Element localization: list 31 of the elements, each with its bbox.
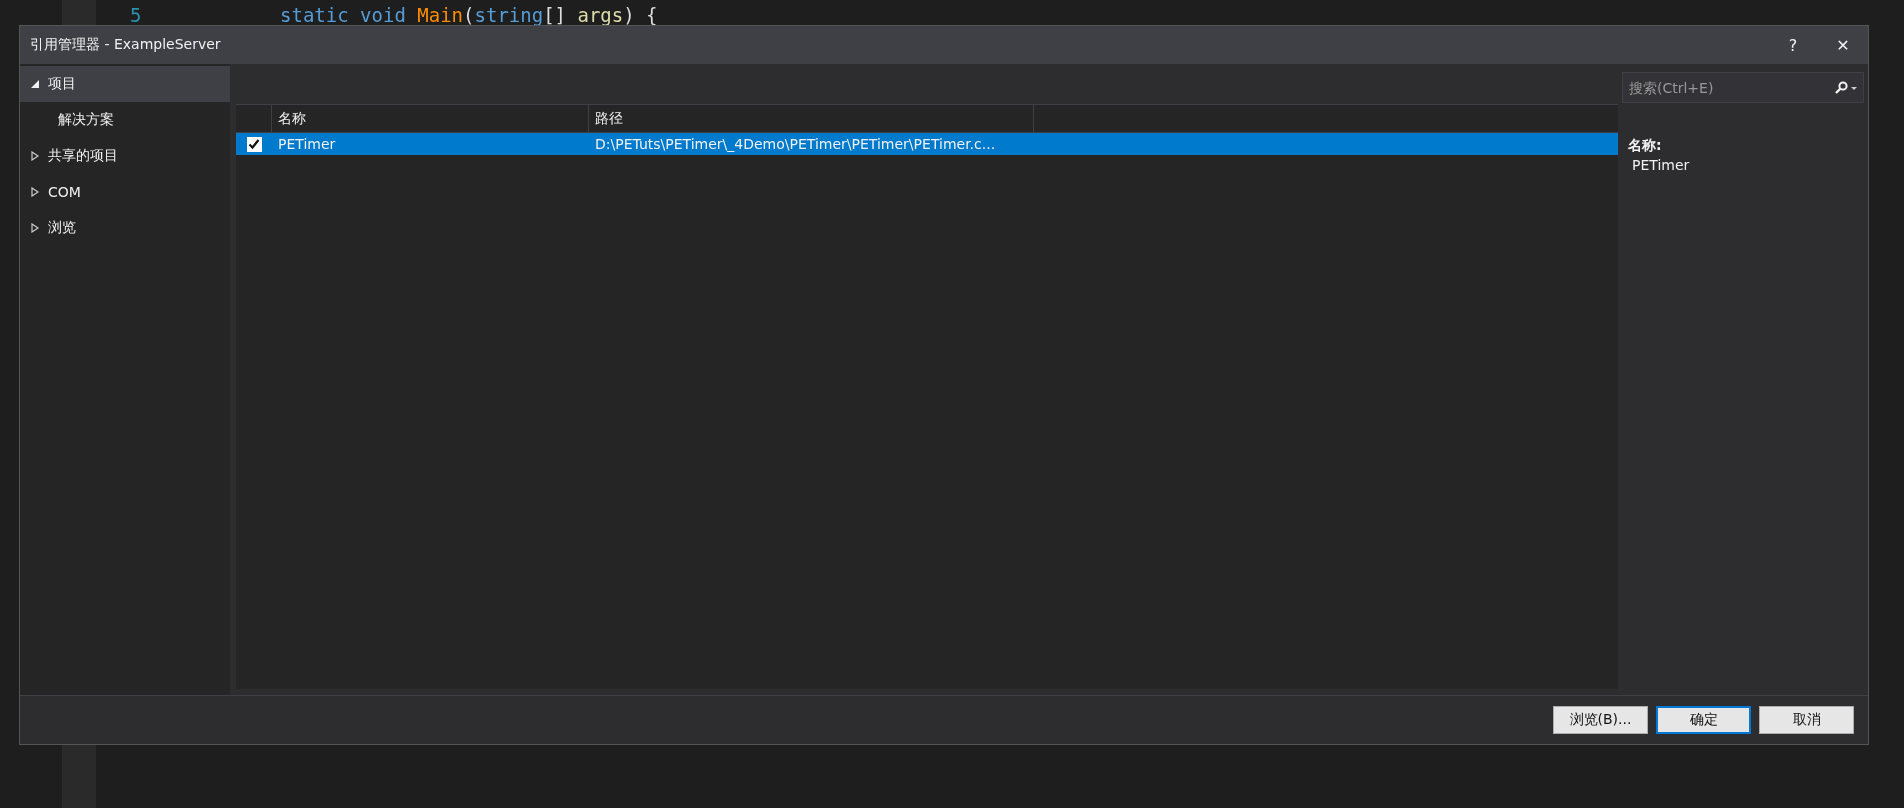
table-cell-text: PETimer bbox=[277, 136, 337, 152]
expanded-triangle-icon[interactable] bbox=[30, 79, 40, 89]
code-line: static void Main(string[] args) { bbox=[280, 4, 658, 26]
collapsed-triangle-icon[interactable] bbox=[30, 187, 40, 197]
sidebar-item[interactable]: 浏览 bbox=[20, 210, 230, 246]
dialog-button[interactable]: 浏览(B)... bbox=[1553, 706, 1648, 734]
sidebar-item[interactable]: 解决方案 bbox=[20, 102, 230, 138]
line-number: 5 bbox=[130, 4, 143, 26]
search-field[interactable]: 搜索(Ctrl+E) bbox=[1622, 72, 1864, 103]
column-header[interactable]: 名称 bbox=[272, 105, 589, 132]
dialog-button[interactable]: 确定 bbox=[1656, 706, 1751, 734]
collapsed-triangle-icon[interactable] bbox=[30, 223, 40, 233]
sidebar-item-label: 共享的项目 bbox=[48, 147, 118, 165]
column-header[interactable]: 路径 bbox=[589, 105, 1034, 132]
close-button[interactable]: ✕ bbox=[1818, 26, 1868, 64]
detail-label: 名称: bbox=[1628, 137, 1663, 155]
sidebar-item[interactable]: COM bbox=[20, 174, 230, 210]
help-button[interactable]: ? bbox=[1768, 26, 1818, 64]
dialog-button[interactable]: 取消 bbox=[1759, 706, 1854, 734]
sidebar-item-label: COM bbox=[48, 184, 81, 200]
search-icon[interactable] bbox=[1834, 81, 1858, 95]
checkbox[interactable] bbox=[246, 136, 262, 152]
window-title: 引用管理器 - ExampleServer bbox=[30, 36, 222, 54]
sidebar-item-label: 浏览 bbox=[48, 219, 76, 237]
sidebar-item[interactable]: 项目 bbox=[20, 66, 230, 102]
collapsed-triangle-icon[interactable] bbox=[30, 151, 40, 161]
table-cell-text: D:\PETuts\PETimer\_4Demo\PETimer\PETimer\PETimer.c... bbox=[594, 136, 997, 152]
detail-value: PETimer bbox=[1632, 157, 1691, 173]
sidebar-item-label: 项目 bbox=[48, 75, 76, 93]
sidebar-item[interactable]: 共享的项目 bbox=[20, 138, 230, 174]
table-row[interactable]: PETimer D:\PETuts\PETimer\_4Demo\PETimer\PETimer\PETimer.c... bbox=[236, 133, 1618, 155]
